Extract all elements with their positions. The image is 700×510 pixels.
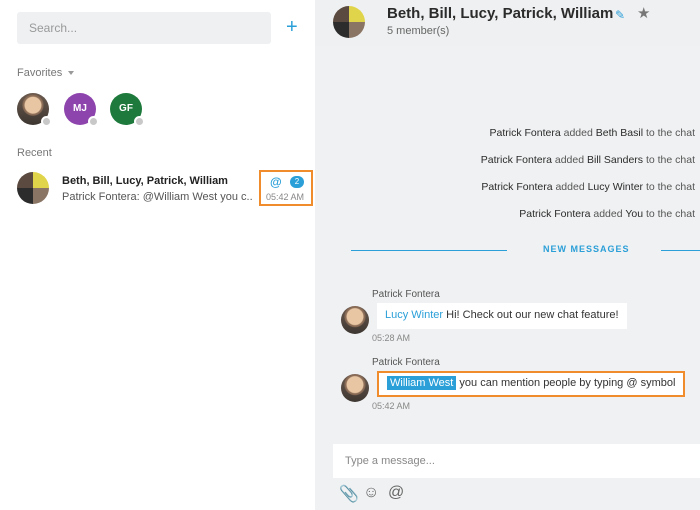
avatar-initials: MJ — [73, 103, 87, 114]
status-dot — [134, 116, 145, 127]
attach-icon[interactable]: 📎 — [339, 484, 359, 504]
system-message: Patrick Fontera added Beth Basil to the … — [489, 127, 696, 139]
sender-avatar — [341, 306, 369, 334]
favorite-avatar-photo[interactable] — [17, 93, 52, 127]
system-message: Patrick Fontera added Bill Sanders to th… — [480, 154, 695, 166]
conversation-title: Beth, Bill, Lucy, Patrick, William — [62, 175, 228, 187]
message-text: you can mention people by typing @ symbo… — [456, 377, 676, 389]
message-sender: Patrick Fontera — [372, 357, 440, 368]
message-time: 05:42 AM — [372, 401, 411, 411]
favorites-header[interactable]: Favorites — [17, 67, 75, 79]
conversation-meta: @ 2 05:42 AM — [259, 170, 313, 206]
group-avatar — [17, 172, 49, 204]
system-message: Patrick Fontera added You to the chat — [519, 208, 695, 220]
star-icon[interactable]: ★ — [637, 4, 650, 22]
chevron-down-icon — [68, 71, 75, 76]
mention-link[interactable]: William West — [387, 376, 457, 390]
sidebar: Search... + Favorites MJ GF Recent Beth,… — [0, 0, 315, 510]
status-dot — [41, 116, 52, 127]
conversation-snippet: Patrick Fontera: @William West you c... — [62, 191, 252, 203]
search-input[interactable]: Search... — [17, 12, 271, 44]
message-time: 05:28 AM — [372, 333, 411, 343]
chat-title: Beth, Bill, Lucy, Patrick, William — [387, 5, 614, 22]
message-sender: Patrick Fontera — [372, 289, 440, 300]
status-dot — [88, 116, 99, 127]
chat-header: Beth, Bill, Lucy, Patrick, William 5 mem… — [315, 0, 700, 46]
system-message: Patrick Fontera added Lucy Winter to the… — [481, 181, 695, 193]
edit-icon[interactable]: ✎ — [615, 8, 625, 22]
group-avatar — [333, 6, 365, 38]
message-text: Hi! Check out our new chat feature! — [443, 309, 619, 321]
chat-panel: Beth, Bill, Lucy, Patrick, William 5 mem… — [315, 0, 700, 510]
favorites-label: Favorites — [17, 67, 63, 79]
message-input[interactable]: Type a message... — [333, 444, 700, 478]
member-count: 5 member(s) — [387, 25, 450, 37]
avatar-initials: GF — [119, 103, 133, 114]
mention-icon: @ — [270, 175, 282, 189]
favorite-avatar-mj[interactable]: MJ — [64, 93, 99, 127]
new-messages-divider: NEW MESSAGES — [543, 244, 630, 254]
mention-link[interactable]: Lucy Winter — [385, 309, 443, 321]
favorite-avatar-gf[interactable]: GF — [110, 93, 145, 127]
add-conversation-button[interactable]: + — [286, 15, 298, 39]
divider-line — [351, 250, 507, 251]
message-bubble: Lucy Winter Hi! Check out our new chat f… — [377, 303, 627, 329]
sender-avatar — [341, 374, 369, 402]
mention-icon[interactable]: @ — [388, 484, 404, 502]
recent-label: Recent — [17, 147, 52, 159]
conversation-time: 05:42 AM — [266, 192, 305, 202]
unread-badge: 2 — [290, 176, 304, 188]
message-bubble: William West you can mention people by t… — [377, 371, 686, 397]
emoji-icon[interactable]: ☺ — [363, 484, 379, 502]
divider-line — [661, 250, 700, 251]
